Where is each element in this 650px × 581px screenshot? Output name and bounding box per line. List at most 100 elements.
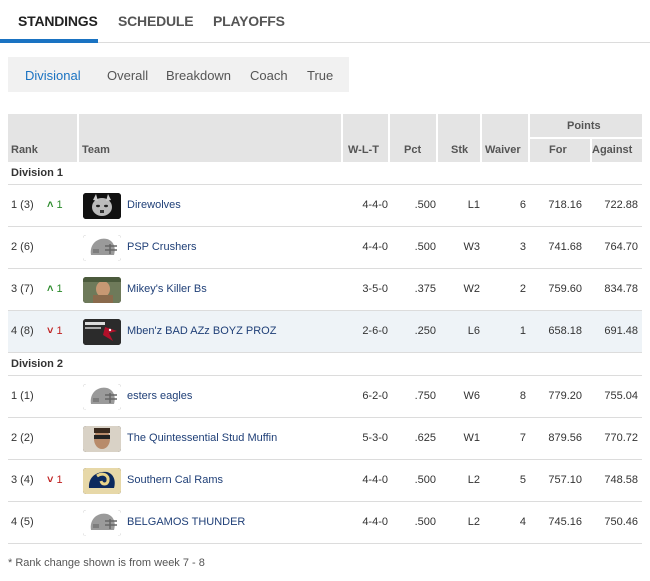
division-header: Division 1 — [8, 162, 642, 185]
pct-cell: .500 — [414, 199, 436, 211]
pct-cell: .500 — [414, 241, 436, 253]
pct-cell: .500 — [414, 516, 436, 528]
streak-cell: W2 — [463, 283, 481, 295]
points-for-cell: 879.56 — [548, 432, 582, 444]
subtab-overall[interactable]: Overall — [107, 68, 148, 83]
active-tab-indicator — [0, 39, 98, 43]
face-logo[interactable] — [83, 426, 121, 452]
subtab-coach[interactable]: Coach — [250, 68, 288, 83]
rank-cell: 4 (8) — [11, 325, 34, 337]
points-against-cell: 748.58 — [604, 474, 638, 486]
rank-cell: 3 (7) — [11, 283, 34, 295]
table-row[interactable]: 2 (6) PSP Crushers 4-4-0 .500 W3 3 741.68 764.7… — [8, 227, 642, 269]
waiver-cell: 3 — [519, 241, 526, 253]
table-header: Rank Team W-L-T Pct Stk Waiver Points Fo… — [8, 114, 642, 162]
points-against-cell: 750.46 — [604, 516, 638, 528]
team-name-link[interactable]: The Quintessential Stud Muffin — [127, 432, 277, 444]
waiver-cell: 1 — [519, 325, 526, 337]
waiver-cell: 8 — [519, 390, 526, 402]
streak-cell: W3 — [463, 241, 481, 253]
helmet-logo[interactable] — [83, 235, 121, 261]
wlt-cell: 4-4-0 — [362, 241, 388, 253]
header-wlt: W-L-T — [348, 144, 379, 156]
rank-cell: 3 (4) — [11, 474, 34, 486]
points-against-cell: 755.04 — [604, 390, 638, 402]
pct-cell: .625 — [414, 432, 436, 444]
wlt-cell: 6-2-0 — [362, 390, 388, 402]
header-team: Team — [82, 144, 110, 156]
waiver-cell: 4 — [519, 516, 526, 528]
cardinal-logo[interactable] — [83, 319, 121, 345]
table-row[interactable]: 3 (7) ˄ 1 Mikey's Killer Bs 3-5-0 .375 W2 2 759… — [8, 269, 642, 311]
top-nav: STANDINGS SCHEDULE PLAYOFFS — [0, 0, 650, 43]
rams-logo[interactable] — [83, 468, 121, 494]
wolf-logo[interactable] — [83, 193, 121, 219]
header-against: Against — [592, 144, 633, 156]
pct-cell: .750 — [414, 390, 436, 402]
streak-cell: L1 — [467, 199, 480, 211]
waiver-cell: 6 — [519, 199, 526, 211]
points-against-cell: 770.72 — [604, 432, 638, 444]
table-row[interactable]: 4 (8) ˅ 1 Mben'z BAD AZz BOYZ PROZ 2-6-0 .25… — [8, 311, 642, 353]
rank-cell: 4 (5) — [11, 516, 34, 528]
table-row[interactable]: 4 (5) BELGAMOS THUNDER 4-4-0 .500 L2 4 745.16 7… — [8, 502, 642, 544]
header-points: Points — [567, 120, 601, 132]
team-name-link[interactable]: Direwolves — [127, 199, 181, 211]
table-row[interactable]: 2 (2) The Quintessential Stud Muffin 5-3-0… — [8, 418, 642, 460]
table-row[interactable]: 3 (4) ˅ 1 Southern Cal Rams 4-4-0 .500 L2 5 757… — [8, 460, 642, 502]
points-for-cell: 745.16 — [548, 516, 582, 528]
subtab-true[interactable]: True — [307, 68, 333, 83]
rank-cell: 2 (6) — [11, 241, 34, 253]
rank-change-value: 1 — [56, 474, 63, 486]
tab-playoffs[interactable]: PLAYOFFS — [213, 13, 285, 29]
division-name: Division 1 — [11, 167, 63, 179]
table-row[interactable]: 1 (3) ˄ 1 Direwolves 4-4-0 .500 L1 6 718.16 722.… — [8, 185, 642, 227]
waiver-cell: 7 — [519, 432, 526, 444]
points-against-cell: 691.48 — [604, 325, 638, 337]
wlt-cell: 3-5-0 — [362, 283, 388, 295]
header-stk: Stk — [451, 144, 469, 156]
pct-cell: .375 — [414, 283, 436, 295]
header-rank: Rank — [11, 144, 38, 156]
rank-cell: 1 (1) — [11, 390, 34, 402]
team-name-link[interactable]: Southern Cal Rams — [127, 474, 223, 486]
helmet-logo[interactable] — [83, 384, 121, 410]
rank-change: ˄ 1 — [47, 283, 63, 295]
streak-cell: L2 — [467, 474, 480, 486]
points-against-cell: 834.78 — [604, 283, 638, 295]
subtab-breakdown[interactable]: Breakdown — [166, 68, 231, 83]
table-row[interactable]: 1 (1) esters eagles 6-2-0 .750 W6 8 779.20 755.… — [8, 376, 642, 418]
wlt-cell: 2-6-0 — [362, 325, 388, 337]
rank-cell: 1 (3) — [11, 199, 34, 211]
wlt-cell: 5-3-0 — [362, 432, 388, 444]
pct-cell: .500 — [414, 474, 436, 486]
subtab-divisional[interactable]: Divisional — [25, 68, 81, 83]
wlt-cell: 4-4-0 — [362, 199, 388, 211]
footnote: * Rank change shown is from week 7 - 8 — [8, 557, 205, 569]
helmet-logo[interactable] — [83, 510, 121, 536]
team-name-link[interactable]: Mikey's Killer Bs — [127, 283, 207, 295]
header-waiver: Waiver — [485, 144, 521, 156]
wlt-cell: 4-4-0 — [362, 516, 388, 528]
points-for-cell: 741.68 — [548, 241, 582, 253]
points-for-cell: 759.60 — [548, 283, 582, 295]
waiver-cell: 2 — [519, 283, 526, 295]
streak-cell: W6 — [463, 390, 481, 402]
photo-logo[interactable] — [83, 277, 121, 303]
team-name-link[interactable]: Mben'z BAD AZz BOYZ PROZ — [127, 325, 276, 337]
tab-schedule[interactable]: SCHEDULE — [118, 13, 194, 29]
points-against-cell: 722.88 — [604, 199, 638, 211]
tab-standings[interactable]: STANDINGS — [18, 13, 98, 29]
team-name-link[interactable]: BELGAMOS THUNDER — [127, 516, 245, 528]
waiver-cell: 5 — [519, 474, 526, 486]
streak-cell: L6 — [467, 325, 480, 337]
division-header: Division 2 — [8, 353, 642, 376]
team-name-link[interactable]: PSP Crushers — [127, 241, 197, 253]
team-name-link[interactable]: esters eagles — [127, 390, 192, 402]
rank-change: ˅ 1 — [47, 325, 63, 337]
rank-change-value: 1 — [56, 325, 63, 337]
rank-change-value: 1 — [56, 283, 63, 295]
wlt-cell: 4-4-0 — [362, 474, 388, 486]
rank-change-value: 1 — [56, 199, 63, 211]
rank-change: ˄ 1 — [47, 199, 63, 211]
